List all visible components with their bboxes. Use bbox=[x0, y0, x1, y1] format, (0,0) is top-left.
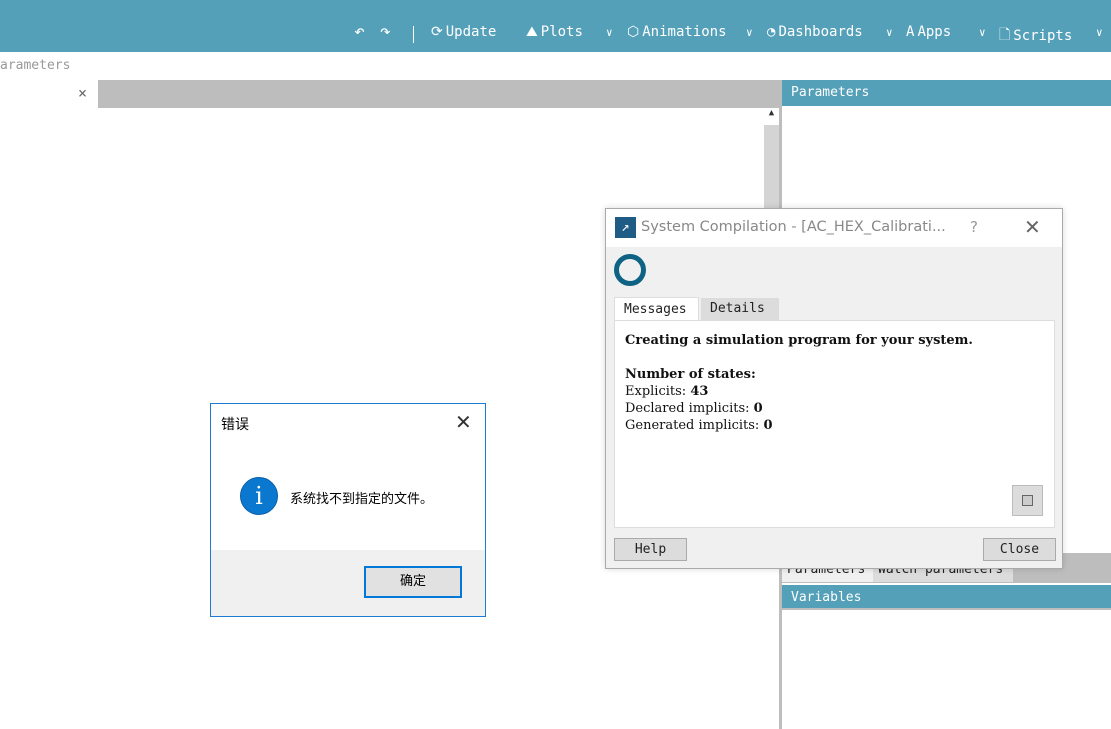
message-heading: Creating a simulation program for your s… bbox=[625, 333, 973, 348]
dialog-title-bar[interactable]: ↗ System Compilation - [AC_HEX_Calibrati… bbox=[606, 209, 1062, 247]
explicits-value: 43 bbox=[690, 384, 709, 399]
stop-icon bbox=[1022, 495, 1033, 506]
redo-icon[interactable]: ↷ bbox=[380, 21, 391, 42]
animations-dropdown-chevron-icon[interactable]: ∨ bbox=[746, 26, 753, 39]
plots-button[interactable]: ⛰ Plots bbox=[526, 24, 583, 40]
script-file-icon: 🗋 bbox=[999, 27, 1011, 43]
close-tab-icon[interactable]: × bbox=[78, 84, 87, 102]
tab-details[interactable]: Details bbox=[701, 298, 779, 320]
plots-label: Plots bbox=[540, 24, 583, 40]
scripts-button[interactable]: 🗋 Scripts bbox=[999, 24, 1072, 48]
gauge-icon: ◔ bbox=[767, 24, 776, 40]
close-icon[interactable]: ✕ bbox=[1024, 215, 1041, 239]
animations-label: Animations bbox=[642, 24, 727, 40]
refresh-icon: ⟳ bbox=[431, 24, 443, 40]
generated-label: Generated implicits: bbox=[625, 418, 764, 433]
system-compilation-dialog: ↗ System Compilation - [AC_HEX_Calibrati… bbox=[605, 208, 1063, 569]
scripts-label: Scripts bbox=[1013, 28, 1073, 44]
breadcrumb[interactable]: arameters bbox=[0, 58, 70, 73]
help-button[interactable]: Help bbox=[614, 538, 687, 561]
animations-button[interactable]: ⬡ Animations bbox=[627, 24, 727, 40]
apps-dropdown-chevron-icon[interactable]: ∨ bbox=[979, 26, 986, 39]
dialog-title: System Compilation - [AC_HEX_Calibrati..… bbox=[641, 219, 946, 235]
update-button[interactable]: ⟳ Update bbox=[431, 24, 496, 40]
dashboards-label: Dashboards bbox=[778, 24, 863, 40]
error-message: 系统找不到指定的文件。 bbox=[290, 492, 434, 507]
parameters-panel-header: Parameters bbox=[782, 80, 1111, 106]
declared-line: Declared implicits: 0 bbox=[625, 400, 1044, 417]
app-logo-icon: ↗ bbox=[615, 217, 636, 238]
declared-label: Declared implicits: bbox=[625, 401, 754, 416]
info-icon: i bbox=[240, 477, 278, 515]
error-dialog: 错误 ✕ i 系统找不到指定的文件。 确定 bbox=[210, 403, 486, 617]
tab-messages[interactable]: Messages bbox=[614, 297, 699, 321]
explicits-line: Explicits: 43 bbox=[625, 383, 1044, 400]
messages-panel: Creating a simulation program for your s… bbox=[614, 320, 1055, 528]
explicits-label: Explicits: bbox=[625, 384, 691, 399]
progress-spinner-icon bbox=[614, 254, 646, 286]
scrollbar-thumb[interactable] bbox=[764, 125, 779, 215]
states-heading: Number of states: bbox=[625, 367, 756, 382]
scripts-dropdown-chevron-icon[interactable]: ∨ bbox=[1096, 26, 1103, 39]
stop-button[interactable] bbox=[1012, 485, 1043, 516]
apps-label: Apps bbox=[917, 24, 952, 40]
variables-panel-header: Variables bbox=[782, 585, 1111, 610]
dashboards-button[interactable]: ◔ Dashboards bbox=[767, 24, 863, 40]
undo-icon[interactable]: ↶ bbox=[354, 21, 365, 42]
generated-value: 0 bbox=[763, 418, 773, 433]
ok-button[interactable]: 确定 bbox=[364, 566, 462, 598]
apps-button[interactable]: A Apps bbox=[906, 24, 951, 40]
close-button[interactable]: Close bbox=[983, 538, 1056, 561]
scroll-up-arrow-icon[interactable]: ▲ bbox=[764, 108, 779, 118]
generated-line: Generated implicits: 0 bbox=[625, 417, 1044, 434]
toolbar-divider bbox=[413, 26, 414, 43]
close-icon[interactable]: ✕ bbox=[455, 410, 472, 434]
main-toolbar: ↶ ↷ ⟳ Update ⛰ Plots ∨ ⬡ Animations ∨ ◔ Dash… bbox=[0, 0, 1111, 52]
update-label: Update bbox=[445, 24, 497, 40]
help-icon[interactable]: ? bbox=[970, 218, 978, 236]
plots-dropdown-chevron-icon[interactable]: ∨ bbox=[606, 26, 613, 39]
apps-icon: A bbox=[906, 24, 915, 40]
document-tab-strip bbox=[0, 80, 780, 108]
error-dialog-title: 错误 bbox=[221, 417, 249, 433]
declared-value: 0 bbox=[753, 401, 763, 416]
dashboards-dropdown-chevron-icon[interactable]: ∨ bbox=[886, 26, 893, 39]
animation-icon: ⬡ bbox=[627, 24, 640, 40]
plot-icon: ⛰ bbox=[526, 24, 538, 40]
